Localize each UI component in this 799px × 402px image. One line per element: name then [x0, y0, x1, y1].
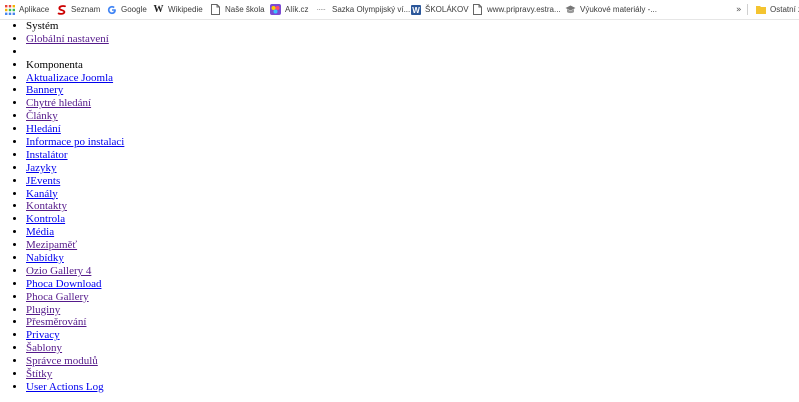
menu-item-component: Kontakty: [26, 200, 799, 213]
bookmark-label: Google: [121, 5, 147, 14]
bookmark-sazka[interactable]: ····· Sazka Olympijský ví...: [314, 0, 411, 19]
menu-item-component: Nabídky: [26, 252, 799, 265]
bookmark-skolakov[interactable]: W ŠKOLÁKOV: [410, 0, 469, 19]
menu-item-component: Kontrola: [26, 213, 799, 226]
wikipedia-icon: W: [153, 4, 164, 15]
menu-item-component: Instalátor: [26, 149, 799, 162]
component-link[interactable]: JEvents: [26, 175, 60, 187]
component-link[interactable]: Ozio Gallery 4: [26, 265, 91, 277]
bookmark-nase-skola[interactable]: Naše škola: [210, 0, 265, 19]
materials-icon: [565, 4, 576, 15]
page-icon: [472, 4, 483, 15]
bookmark-label: Alík.cz: [285, 5, 309, 14]
apps-grid-icon: [4, 4, 15, 15]
bookmark-google[interactable]: Google: [106, 0, 147, 19]
svg-text:W: W: [412, 6, 420, 15]
page-icon: [210, 4, 221, 15]
component-link[interactable]: Kanály: [26, 188, 58, 200]
bookmark-label: Výukové materiály -...: [580, 5, 657, 14]
component-link[interactable]: Mezipaměť: [26, 239, 77, 251]
component-link[interactable]: Pluginy: [26, 304, 60, 316]
bookmark-label: Ostatní z: [770, 5, 799, 14]
bookmark-vyukove[interactable]: Výukové materiály -...: [565, 0, 657, 19]
menu-item-component: Chytré hledání: [26, 97, 799, 110]
link-global-settings[interactable]: Globální nastavení: [26, 33, 109, 45]
menu-item-component: Phoca Gallery: [26, 291, 799, 304]
menu-item-component: Správce modulů: [26, 355, 799, 368]
menu-empty-item: [26, 46, 799, 59]
menu-item-component: Phoca Download: [26, 278, 799, 291]
menu-list: Systém Globální nastavení Komponenta Akt…: [0, 20, 799, 394]
bookmark-aplikace[interactable]: Aplikace: [4, 0, 49, 19]
bookmarks-separator: [747, 4, 748, 15]
menu-item-component: Články: [26, 110, 799, 123]
menu-item-component: Přesměrování: [26, 316, 799, 329]
component-link[interactable]: Aktualizace Joomla: [26, 72, 113, 84]
menu-item-component: Šablony: [26, 342, 799, 355]
menu-heading-component: Komponenta: [26, 59, 799, 72]
word-icon: W: [410, 4, 421, 15]
bookmark-label: Seznam: [71, 5, 101, 14]
menu-item-component: Bannery: [26, 84, 799, 97]
component-link[interactable]: Informace po instalaci: [26, 136, 124, 148]
bookmark-label: Aplikace: [19, 5, 50, 14]
bookmark-label: Wikipedie: [168, 5, 203, 14]
bookmark-label: www.pripravy.estra...: [487, 5, 561, 14]
component-link[interactable]: Správce modulů: [26, 355, 98, 367]
bookmarks-bar: Aplikace Seznam Google W Wikipedie Naše …: [0, 0, 799, 20]
bookmark-label: Naše škola: [225, 5, 265, 14]
menu-item-component: JEvents: [26, 175, 799, 188]
component-link[interactable]: Phoca Gallery: [26, 291, 89, 303]
bookmark-label: Sazka Olympijský ví...: [332, 5, 411, 14]
bookmark-alik[interactable]: Alík.cz: [270, 0, 309, 19]
component-link[interactable]: Privacy: [26, 329, 60, 341]
menu-item-global-settings: Globální nastavení: [26, 33, 799, 46]
component-link[interactable]: Štítky: [26, 368, 52, 380]
component-link[interactable]: Šablony: [26, 342, 62, 354]
admin-menu: Systém Globální nastavení Komponenta Akt…: [0, 20, 799, 394]
alik-icon: [270, 4, 281, 15]
menu-item-component: Informace po instalaci: [26, 136, 799, 149]
bookmark-wikipedie[interactable]: W Wikipedie: [153, 0, 203, 19]
folder-icon: [755, 4, 766, 15]
component-link[interactable]: User Actions Log: [26, 381, 104, 393]
menu-item-component: Privacy: [26, 329, 799, 342]
bookmarks-overflow-button[interactable]: »: [736, 0, 742, 19]
component-link[interactable]: Bannery: [26, 84, 63, 96]
bookmark-seznam[interactable]: Seznam: [56, 0, 100, 19]
menu-item-component: Aktualizace Joomla: [26, 72, 799, 85]
component-link[interactable]: Instalátor: [26, 149, 68, 161]
menu-item-component: Ozio Gallery 4: [26, 265, 799, 278]
component-link[interactable]: Kontrola: [26, 213, 65, 225]
component-link[interactable]: Kontakty: [26, 200, 67, 212]
component-link[interactable]: Nabídky: [26, 252, 64, 264]
menu-item-component: Média: [26, 226, 799, 239]
menu-item-component: Hledání: [26, 123, 799, 136]
menu-item-component: Kanály: [26, 188, 799, 201]
menu-item-component: Štítky: [26, 368, 799, 381]
menu-heading-system: Systém: [26, 20, 799, 33]
component-link[interactable]: Chytré hledání: [26, 97, 91, 109]
bookmark-other-folder[interactable]: Ostatní z: [755, 0, 799, 19]
bookmark-label: ŠKOLÁKOV: [425, 5, 469, 14]
sazka-icon: ·····: [316, 5, 326, 14]
component-link[interactable]: Phoca Download: [26, 278, 101, 290]
seznam-icon: [56, 4, 67, 15]
component-link[interactable]: Média: [26, 226, 54, 238]
menu-item-component: Pluginy: [26, 304, 799, 317]
component-link[interactable]: Přesměrování: [26, 316, 86, 328]
component-link[interactable]: Články: [26, 110, 58, 122]
bookmark-pripravy[interactable]: www.pripravy.estra...: [472, 0, 561, 19]
google-icon: [106, 4, 117, 15]
menu-item-component: Jazyky: [26, 162, 799, 175]
component-link[interactable]: Hledání: [26, 123, 61, 135]
menu-item-component: User Actions Log: [26, 381, 799, 394]
menu-item-component: Mezipaměť: [26, 239, 799, 252]
component-link[interactable]: Jazyky: [26, 162, 57, 174]
